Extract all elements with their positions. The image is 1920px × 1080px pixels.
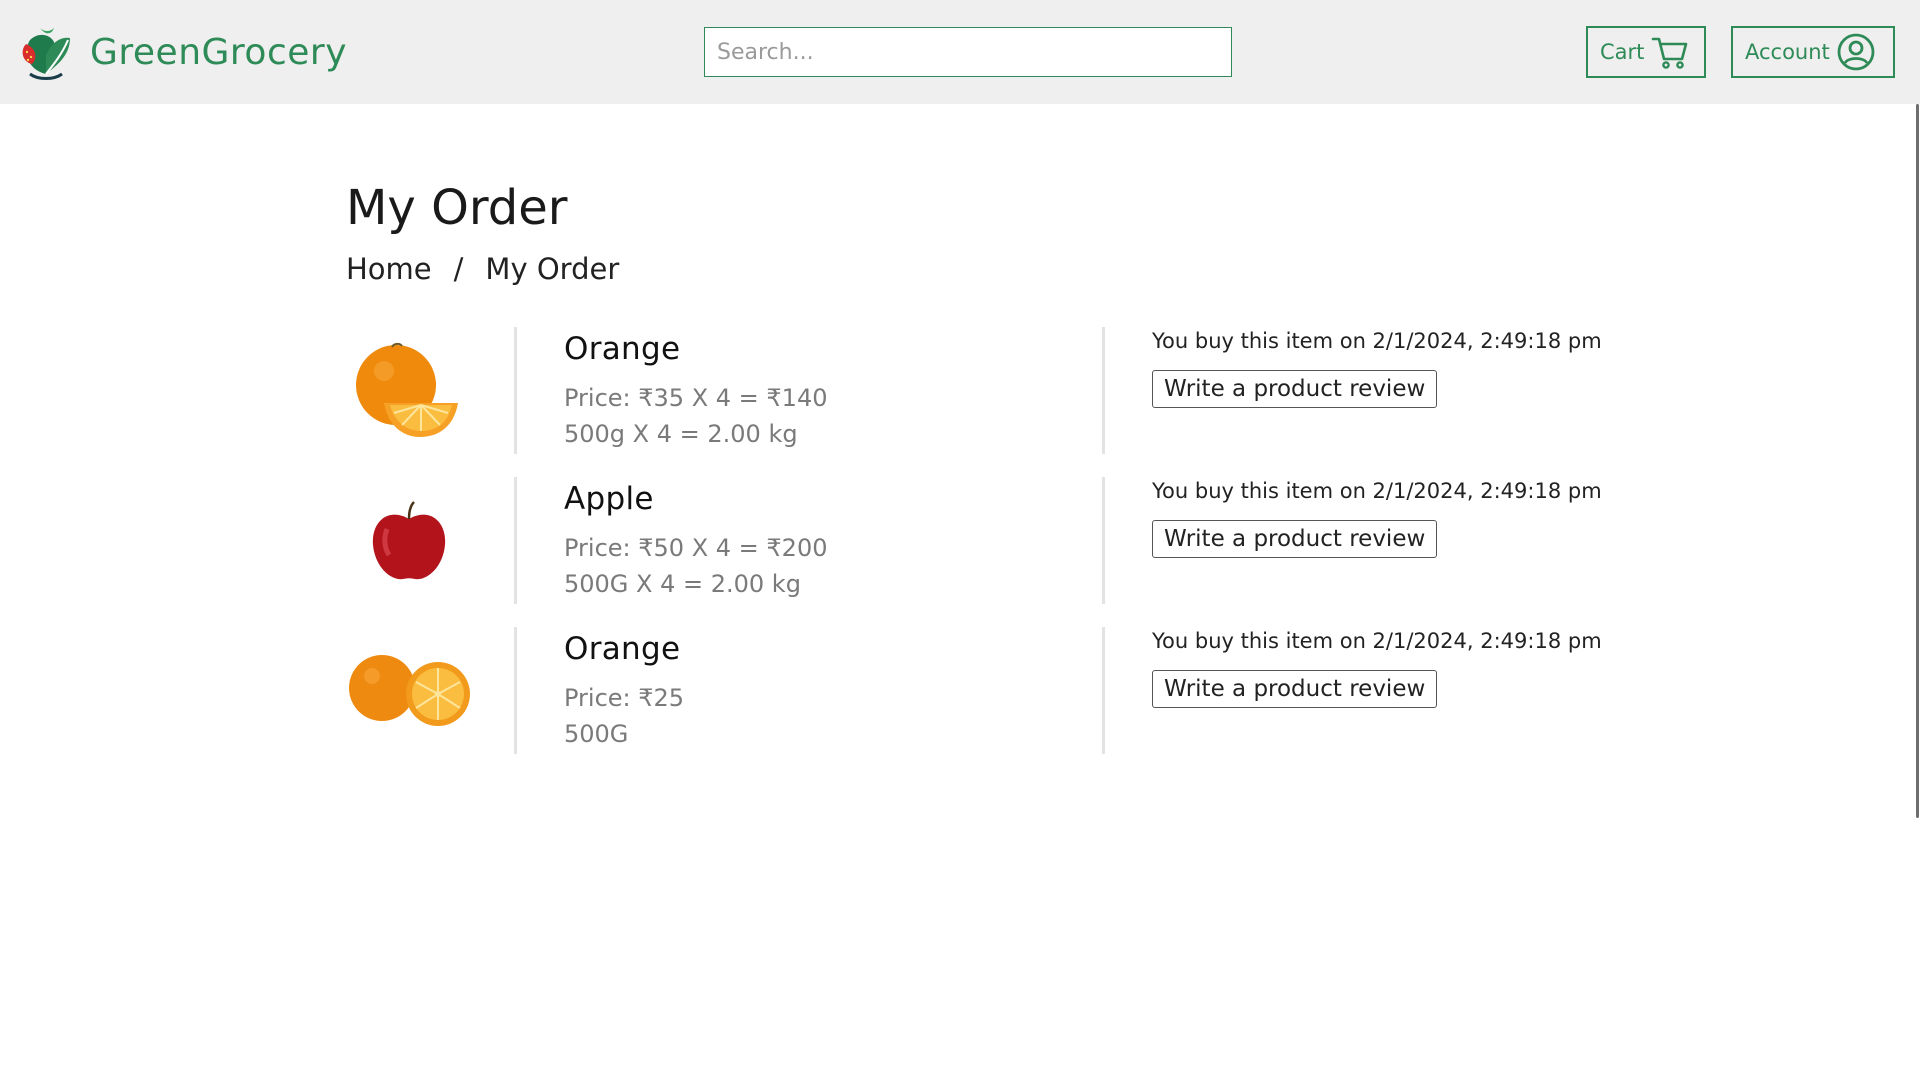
column-divider xyxy=(514,327,517,454)
page-title: My Order xyxy=(346,180,568,236)
orange-icon xyxy=(355,342,458,437)
order-item: Apple Price: ₹50 X 4 = ₹200 500G X 4 = 2… xyxy=(346,477,1646,604)
column-divider xyxy=(1102,327,1105,454)
product-image xyxy=(346,327,471,454)
user-circle-icon xyxy=(1837,33,1875,71)
scrollbar-thumb[interactable] xyxy=(1916,104,1919,818)
leaf-logo-icon xyxy=(22,28,70,80)
breadcrumb-current: My Order xyxy=(485,252,620,286)
cart-label: Cart xyxy=(1600,40,1645,64)
order-item: Orange Price: ₹25 500G You buy this item… xyxy=(346,627,1646,754)
brand[interactable]: GreenGrocery xyxy=(16,22,347,82)
brand-name: GreenGrocery xyxy=(90,31,347,73)
product-weight: 500G X 4 = 2.00 kg xyxy=(564,570,801,598)
order-item: Orange Price: ₹35 X 4 = ₹140 500g X 4 = … xyxy=(346,327,1646,454)
write-review-button[interactable]: Write a product review xyxy=(1152,520,1438,558)
account-button[interactable]: Account xyxy=(1731,26,1895,78)
product-image xyxy=(346,627,471,754)
product-image xyxy=(346,477,471,604)
purchase-date: You buy this item on 2/1/2024, 2:49:18 p… xyxy=(1152,329,1602,353)
top-header: GreenGrocery Cart Account xyxy=(0,0,1920,104)
order-list: Orange Price: ₹35 X 4 = ₹140 500g X 4 = … xyxy=(346,327,1646,777)
column-divider xyxy=(514,627,517,754)
product-weight: 500G xyxy=(564,720,629,748)
column-divider xyxy=(1102,627,1105,754)
shopping-cart-icon xyxy=(1652,37,1688,69)
breadcrumb-separator: / xyxy=(453,252,464,286)
product-weight: 500g X 4 = 2.00 kg xyxy=(564,420,798,448)
product-price: Price: ₹35 X 4 = ₹140 xyxy=(564,384,828,412)
write-review-button[interactable]: Write a product review xyxy=(1152,370,1438,408)
cart-button[interactable]: Cart xyxy=(1586,26,1706,78)
product-name: Orange xyxy=(564,331,681,367)
apple-icon xyxy=(372,500,445,579)
product-price: Price: ₹25 xyxy=(564,684,685,712)
search-input[interactable] xyxy=(704,27,1232,77)
product-price: Price: ₹50 X 4 = ₹200 xyxy=(564,534,828,562)
product-name: Apple xyxy=(564,481,654,517)
purchase-date: You buy this item on 2/1/2024, 2:49:18 p… xyxy=(1152,479,1602,503)
breadcrumb: Home / My Order xyxy=(346,252,619,286)
oranges-icon xyxy=(348,654,470,726)
breadcrumb-home-link[interactable]: Home xyxy=(346,252,432,286)
column-divider xyxy=(514,477,517,604)
account-label: Account xyxy=(1745,40,1830,64)
write-review-button[interactable]: Write a product review xyxy=(1152,670,1438,708)
column-divider xyxy=(1102,477,1105,604)
purchase-date: You buy this item on 2/1/2024, 2:49:18 p… xyxy=(1152,629,1602,653)
product-name: Orange xyxy=(564,631,681,667)
